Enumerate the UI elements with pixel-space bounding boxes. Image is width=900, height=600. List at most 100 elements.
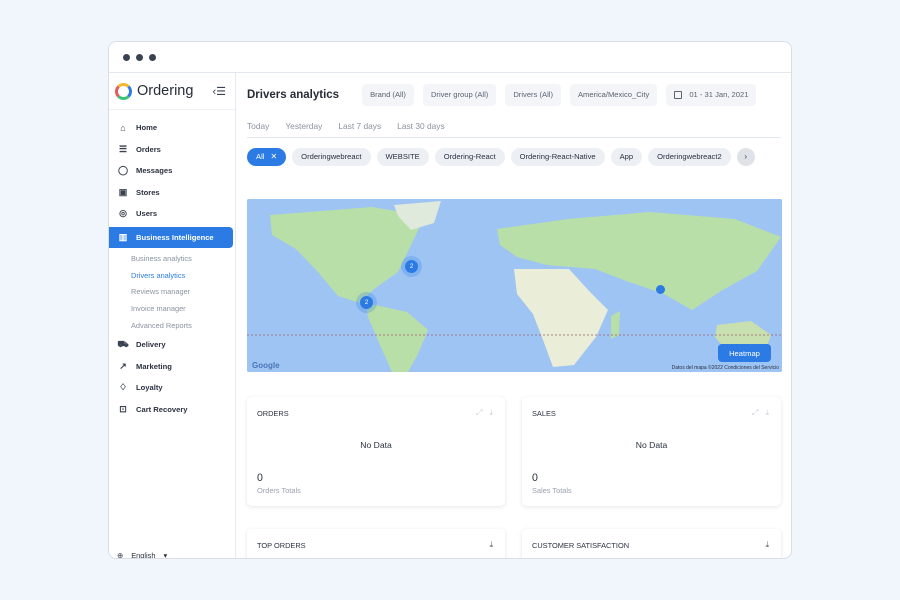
sidebar-item-delivery[interactable]: ⛟ Delivery	[109, 334, 235, 356]
calendar-icon	[674, 90, 683, 99]
download-icon[interactable]: ⤓	[489, 408, 493, 418]
sidebar-item-loyalty[interactable]: ♢ Loyalty	[109, 377, 235, 399]
window-control-dot[interactable]	[123, 53, 130, 61]
sidebar-item-cart-recovery[interactable]: ⊡ Cart Recovery	[109, 398, 235, 420]
window-titlebar	[109, 42, 791, 73]
award-icon: ♢	[118, 382, 128, 393]
sidebar-item-messages[interactable]: ◯ Messages	[109, 160, 235, 182]
subnav-business-analytics[interactable]: Business analytics	[109, 250, 235, 267]
card-tools: ⤓	[489, 540, 493, 550]
page-header: Drivers analytics Brand (All) Driver gro…	[247, 73, 791, 116]
sales-total-label: Sales Totals	[532, 486, 572, 495]
tab-last-7-days[interactable]: Last 7 days	[338, 116, 381, 137]
sidebar-item-business-intelligence[interactable]: ▥ Business Intelligence	[109, 226, 233, 248]
tab-today[interactable]: Today	[247, 116, 269, 137]
date-tabs: Today Yesterday Last 7 days Last 30 days	[247, 116, 781, 138]
sidebar-item-label: Stores	[136, 187, 160, 197]
sidebar-item-label: Orders	[136, 144, 161, 154]
no-data-message: No Data	[360, 440, 392, 450]
download-icon[interactable]: ⤓	[765, 540, 769, 550]
globe-icon: ⊕	[117, 551, 124, 559]
card-title: ORDERS	[257, 409, 289, 418]
sidebar-item-stores[interactable]: ▣ Stores	[109, 182, 235, 204]
map-credits[interactable]: Datos del mapa ©2022 Condiciones del Ser…	[672, 365, 779, 371]
date-range-filter[interactable]: 01 - 31 Jan, 2021	[666, 83, 757, 106]
customer-satisfaction-card: CUSTOMER SATISFACTION ⤓	[522, 529, 781, 558]
tab-last-30-days[interactable]: Last 30 days	[397, 116, 445, 137]
chip-app[interactable]: App	[610, 147, 643, 166]
logo-text: Ordering	[137, 83, 194, 99]
page-title: Drivers analytics	[247, 88, 340, 101]
collapse-menu-icon[interactable]: ‹☰	[212, 85, 226, 98]
sidebar-item-orders[interactable]: ☰ Orders	[109, 139, 235, 161]
orders-total-value: 0	[257, 472, 263, 484]
store-icon: ▣	[118, 186, 128, 197]
message-icon: ◯	[117, 165, 129, 176]
subnav-invoice-manager[interactable]: Invoice manager	[109, 300, 235, 317]
cart-icon: ⊡	[119, 403, 127, 414]
orders-total-label: Orders Totals	[257, 486, 301, 495]
card-title: TOP ORDERS	[257, 541, 306, 550]
trend-icon: ↗	[119, 360, 127, 371]
drivers-filter[interactable]: Drivers (All)	[505, 83, 561, 106]
sales-total-value: 0	[532, 472, 538, 484]
main-content: Drivers analytics Brand (All) Driver gro…	[236, 73, 791, 558]
sidebar-item-label: Messages	[136, 166, 173, 176]
driver-cluster-marker[interactable]: 2	[360, 296, 373, 309]
app-window: Ordering ‹☰ ⌂ Home ☰ Orders ◯ Messages ▣ Sto…	[108, 41, 792, 559]
chevron-right-icon[interactable]: ›	[736, 147, 755, 166]
download-icon[interactable]: ⤓	[765, 408, 769, 418]
subnav-drivers-analytics[interactable]: Drivers analytics	[109, 267, 235, 284]
window-control-dot[interactable]	[136, 53, 143, 61]
expand-icon[interactable]: ⤢	[476, 408, 482, 418]
heatmap-button[interactable]: Heatmap	[718, 344, 771, 362]
card-title: CUSTOMER SATISFACTION	[532, 541, 630, 550]
card-title: SALES	[532, 409, 556, 418]
home-icon: ⌂	[120, 122, 126, 133]
list-icon: ☰	[118, 143, 128, 154]
sidebar-item-home[interactable]: ⌂ Home	[109, 117, 235, 139]
close-icon[interactable]: ✕	[270, 152, 277, 161]
language-label: English	[131, 551, 156, 559]
subnav-advanced-reports[interactable]: Advanced Reports	[109, 317, 235, 334]
chip-label: All	[256, 152, 265, 161]
sidebar-item-label: Users	[136, 209, 158, 219]
chart-icon: ▥	[118, 231, 128, 242]
window-control-dot[interactable]	[149, 53, 156, 61]
sidebar: Ordering ‹☰ ⌂ Home ☰ Orders ◯ Messages ▣ Sto…	[109, 73, 236, 558]
tab-yesterday[interactable]: Yesterday	[285, 116, 322, 137]
language-selector[interactable]: ⊕ English ▾	[117, 551, 167, 559]
brand-filter[interactable]: Brand (All)	[362, 83, 414, 106]
users-icon: ◎	[119, 208, 127, 219]
driver-cluster-marker[interactable]: 2	[405, 260, 418, 273]
logo-row: Ordering ‹☰	[109, 73, 235, 110]
driver-location-marker[interactable]	[656, 285, 665, 294]
download-icon[interactable]: ⤓	[489, 540, 493, 550]
sidebar-item-label: Business Intelligence	[136, 232, 214, 242]
map-canvas	[247, 199, 782, 372]
chip-all[interactable]: All ✕	[247, 147, 287, 166]
chip-orderingwebreact[interactable]: Orderingwebreact	[292, 147, 371, 166]
timezone-filter[interactable]: America/Mexico_City	[569, 83, 658, 106]
sidebar-item-label: Home	[136, 123, 158, 133]
sidebar-item-label: Cart Recovery	[136, 404, 188, 414]
chip-orderingwebreact2[interactable]: Orderingwebreact2	[648, 147, 731, 166]
orders-card: ORDERS ⤢ ⤓ No Data 0 Orders Totals	[247, 397, 505, 506]
chip-ordering-react-native[interactable]: Ordering-React-Native	[510, 147, 605, 166]
card-tools: ⤓	[765, 540, 769, 550]
drivers-map[interactable]: 2 2 Heatmap Google Datos del mapa ©2022 …	[247, 199, 782, 372]
sales-card: SALES ⤢ ⤓ No Data 0 Sales Totals	[522, 397, 781, 506]
sidebar-item-users[interactable]: ◎ Users	[109, 203, 235, 225]
no-data-message: No Data	[635, 440, 668, 450]
chip-ordering-react[interactable]: Ordering-React	[434, 147, 505, 166]
truck-icon: ⛟	[117, 338, 129, 349]
subnav-reviews-manager[interactable]: Reviews manager	[109, 284, 235, 301]
card-tools: ⤢ ⤓	[752, 408, 769, 418]
google-logo: Google	[252, 361, 280, 370]
sidebar-item-marketing[interactable]: ↗ Marketing	[109, 355, 235, 377]
sidebar-item-label: Delivery	[136, 340, 166, 350]
ordering-logo-icon	[115, 82, 132, 100]
chip-website[interactable]: WEBSITE	[376, 147, 429, 166]
driver-group-filter[interactable]: Driver group (All)	[422, 83, 497, 106]
expand-icon[interactable]: ⤢	[752, 408, 758, 418]
